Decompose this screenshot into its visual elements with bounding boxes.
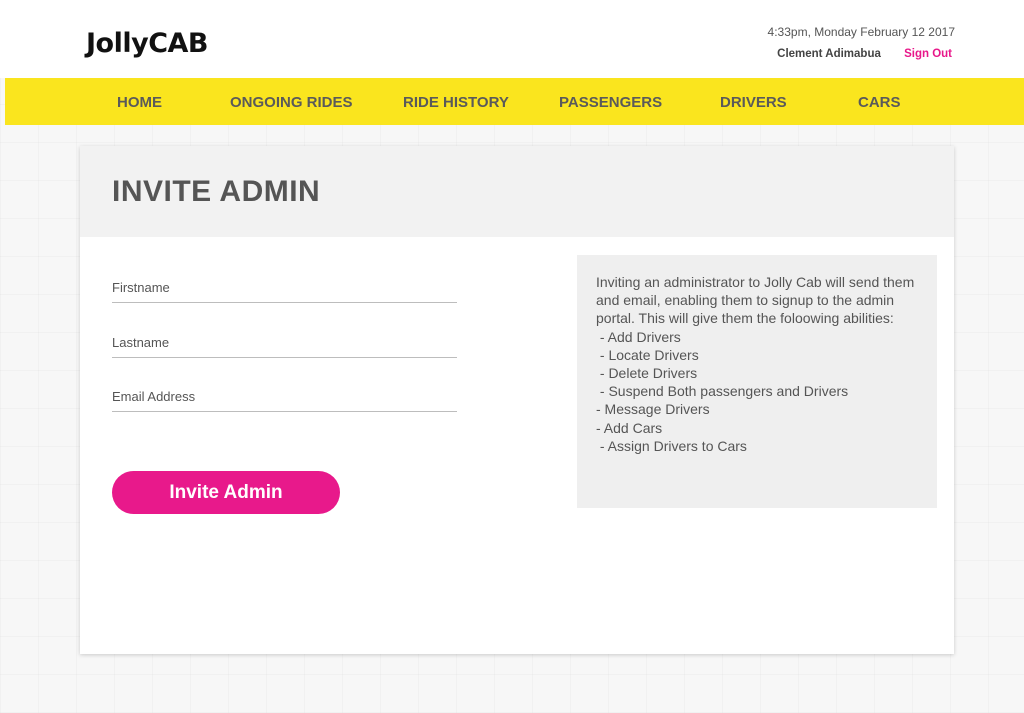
ability-item: - Add Drivers: [596, 328, 681, 345]
user-name: Clement Adimabua: [777, 48, 881, 60]
current-datetime: 4:33pm, Monday February 12 2017: [767, 25, 955, 39]
invite-admin-button[interactable]: Invite Admin: [112, 471, 340, 514]
card-header: INVITE ADMIN: [80, 146, 954, 237]
page-title: INVITE ADMIN: [112, 175, 321, 208]
info-intro: Inviting an administrator to Jolly Cab w…: [596, 274, 915, 327]
invite-admin-card: INVITE ADMIN Invite Admin Inviting an ad…: [80, 146, 954, 654]
ability-item: - Message Drivers: [596, 401, 710, 418]
email-input[interactable]: [112, 382, 457, 411]
nav-drivers[interactable]: DRIVERS: [720, 94, 787, 111]
ability-item: - Locate Drivers: [596, 346, 699, 363]
nav-home[interactable]: HOME: [117, 94, 162, 111]
nav-cars[interactable]: CARS: [858, 94, 901, 111]
nav-ongoing-rides[interactable]: ONGOING RIDES: [230, 94, 353, 111]
email-field: [112, 382, 457, 412]
firstname-input[interactable]: [112, 273, 457, 302]
nav-passengers[interactable]: PASSENGERS: [559, 94, 662, 111]
user-row: Clement Adimabua Sign Out: [777, 48, 952, 60]
ability-item: - Add Cars: [596, 419, 663, 436]
lastname-field: [112, 328, 457, 358]
firstname-field: [112, 273, 457, 303]
ability-item: - Suspend Both passengers and Drivers: [596, 383, 849, 400]
main-nav: HOME ONGOING RIDES RIDE HISTORY PASSENGE…: [5, 78, 1024, 125]
lastname-input[interactable]: [112, 328, 457, 357]
sign-out-link[interactable]: Sign Out: [904, 48, 952, 60]
header: JollyCAB 4:33pm, Monday February 12 2017…: [0, 0, 1024, 78]
ability-item: - Delete Drivers: [596, 365, 698, 382]
nav-ride-history[interactable]: RIDE HISTORY: [403, 94, 509, 111]
logo[interactable]: JollyCAB: [86, 28, 209, 59]
abilities-list: - Add Drivers - Locate Drivers - Delete …: [596, 328, 919, 455]
info-panel: Inviting an administrator to Jolly Cab w…: [577, 255, 937, 508]
ability-item: - Assign Drivers to Cars: [596, 437, 747, 454]
